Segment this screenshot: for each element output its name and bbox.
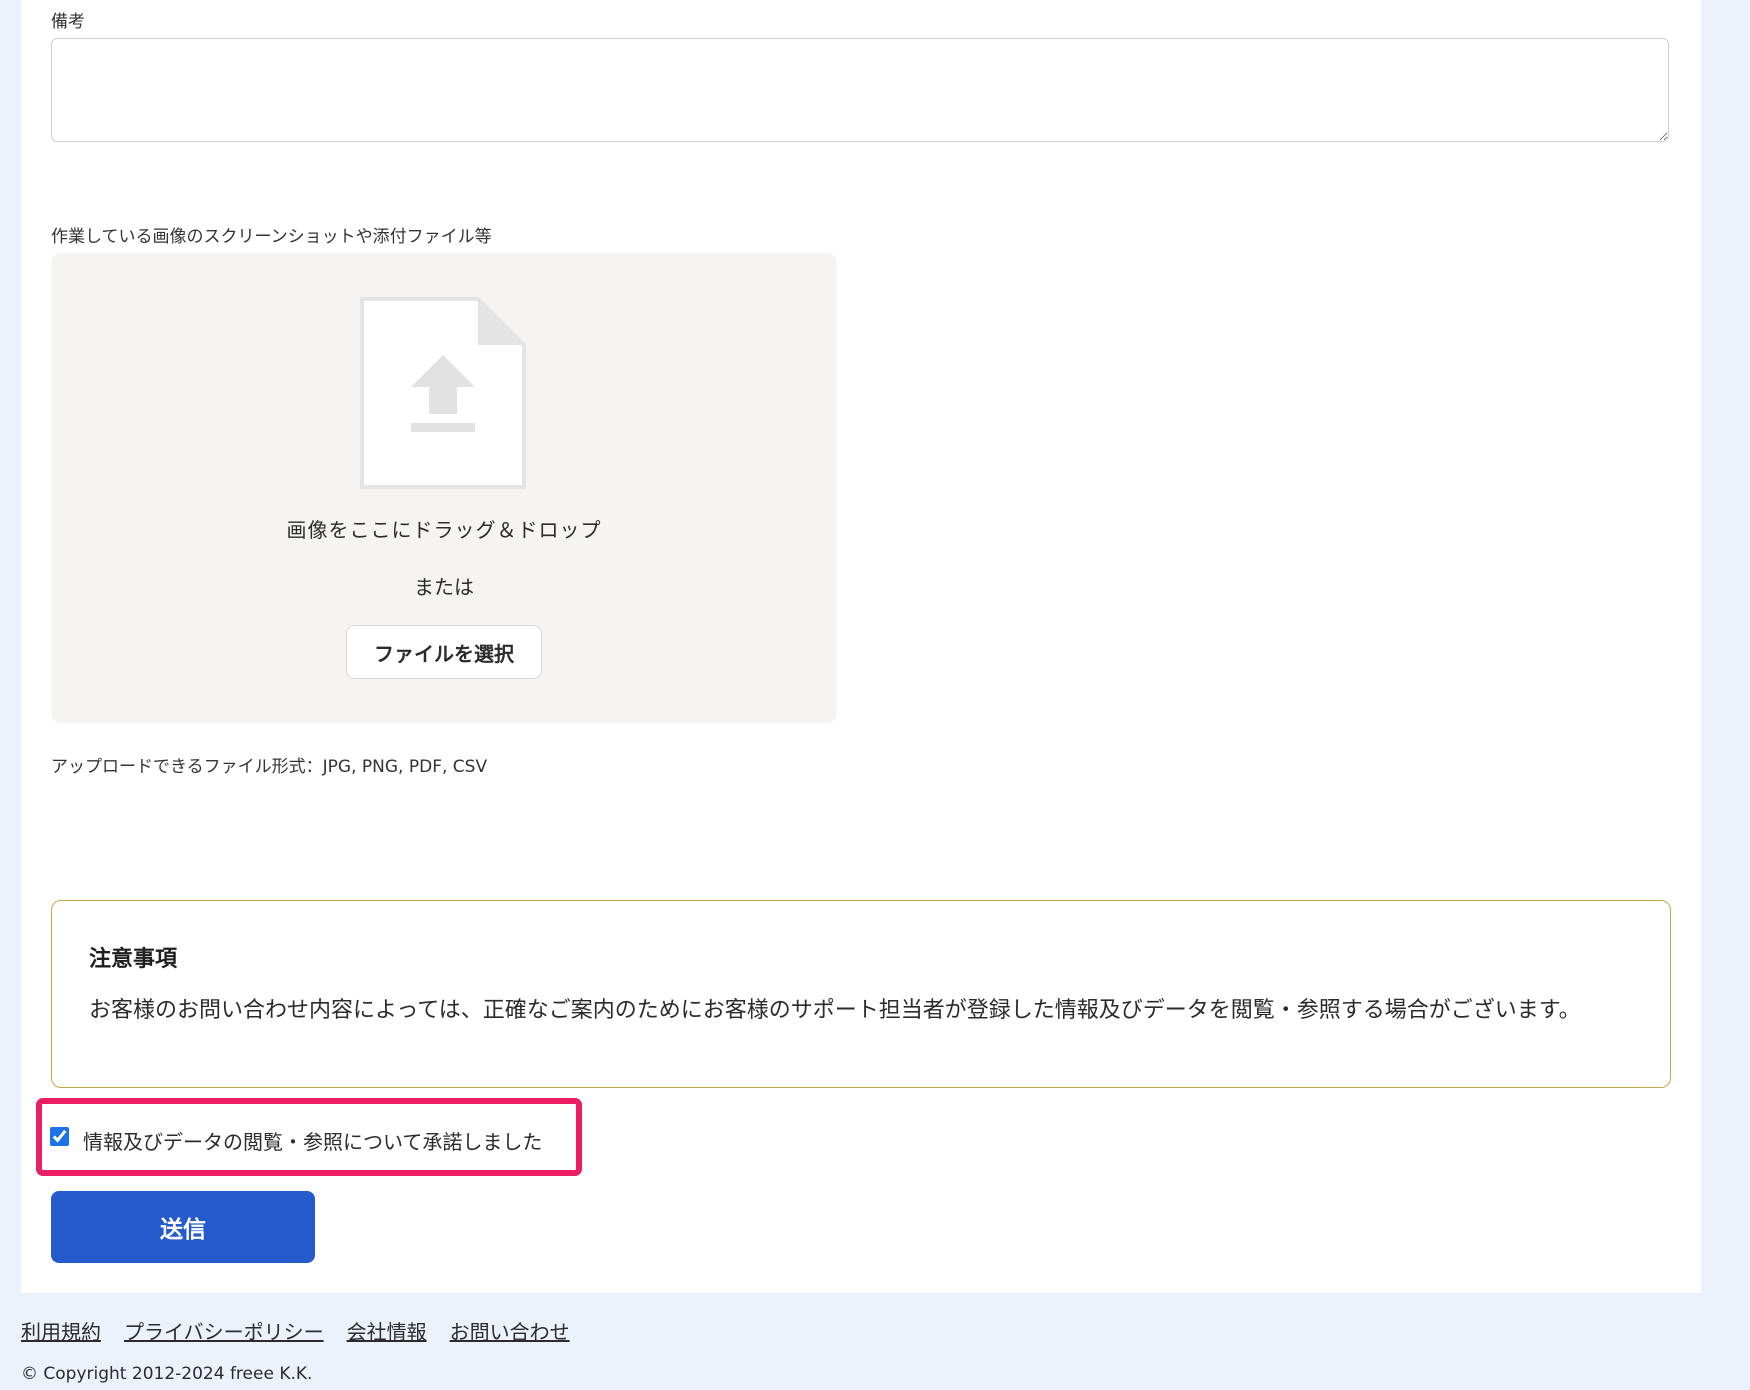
consent-label[interactable]: 情報及びデータの閲覧・参照について承諾しました xyxy=(83,1126,542,1155)
select-file-button[interactable]: ファイルを選択 xyxy=(346,625,542,679)
footer-link-contact[interactable]: お問い合わせ xyxy=(450,1320,570,1344)
footer-link-terms[interactable]: 利用規約 xyxy=(21,1320,101,1344)
attachment-label: 作業している画像のスクリーンショットや添付ファイル等 xyxy=(51,227,492,247)
form-panel: 備考 作業している画像のスクリーンショットや添付ファイル等 画像をここにドラッグ… xyxy=(21,0,1701,1293)
drop-instructions: 画像をここにドラッグ＆ドロップ xyxy=(286,518,602,542)
drop-or-text: または xyxy=(414,575,474,599)
copyright: © Copyright 2012-2024 freee K.K. xyxy=(21,1364,313,1384)
memo-label: 備考 xyxy=(51,12,85,32)
file-dropzone[interactable]: 画像をここにドラッグ＆ドロップ または ファイルを選択 xyxy=(51,253,837,723)
consent-checkbox[interactable] xyxy=(50,1127,69,1146)
file-upload-icon xyxy=(360,297,526,489)
footer-link-company[interactable]: 会社情報 xyxy=(347,1320,427,1344)
submit-button[interactable]: 送信 xyxy=(51,1191,315,1263)
footer-link-privacy[interactable]: プライバシーポリシー xyxy=(124,1320,324,1344)
notice-box: 注意事項 お客様のお問い合わせ内容によっては、正確なご案内のためにお客様のサポー… xyxy=(51,900,1671,1088)
file-formats-note: アップロードできるファイル形式：JPG, PNG, PDF, CSV xyxy=(51,757,488,777)
notice-body: お客様のお問い合わせ内容によっては、正確なご案内のためにお客様のサポート担当者が… xyxy=(89,998,1581,1023)
memo-textarea[interactable] xyxy=(51,38,1669,142)
notice-title: 注意事項 xyxy=(89,947,178,972)
footer-links: 利用規約 プライバシーポリシー 会社情報 お問い合わせ xyxy=(21,1316,593,1345)
